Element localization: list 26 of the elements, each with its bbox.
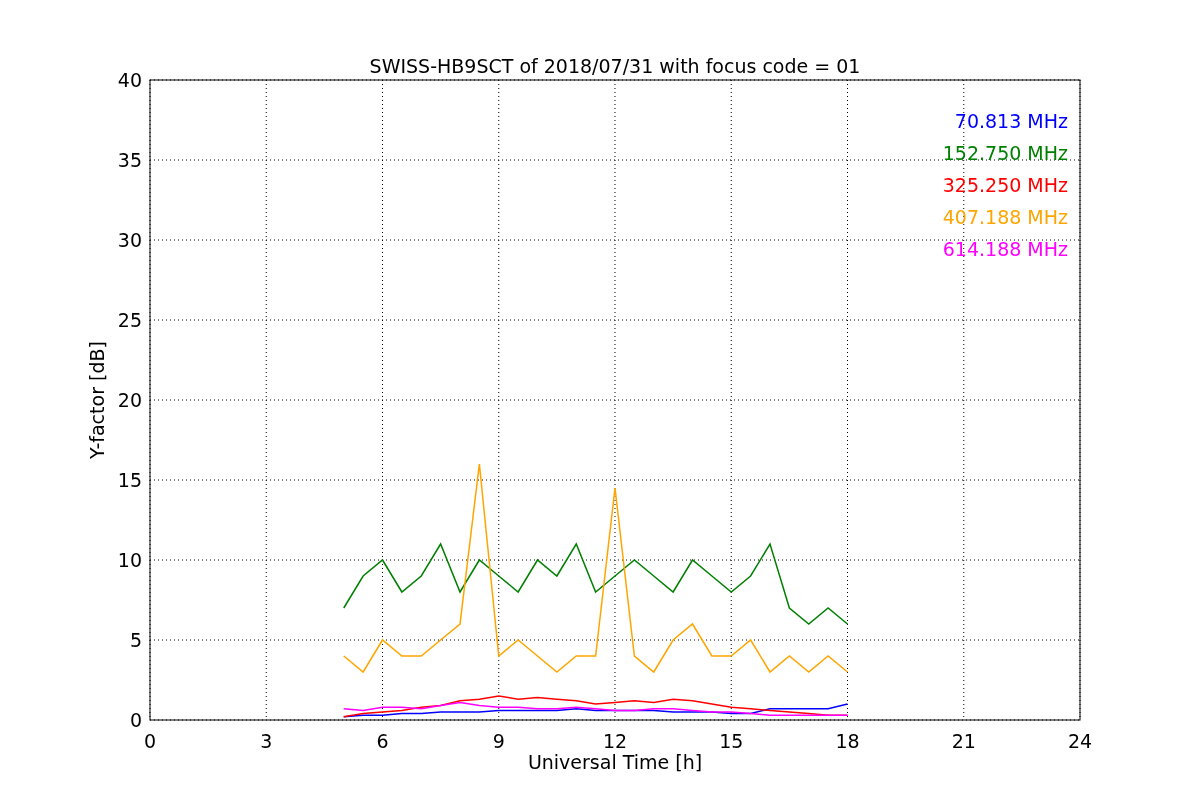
tick-label: 18 xyxy=(835,730,860,752)
chart-title: SWISS-HB9SCT of 2018/07/31 with focus code = 01 xyxy=(369,55,861,77)
tick-label: 0 xyxy=(143,730,157,752)
tick-label: 0 xyxy=(129,709,142,731)
tick-label: 6 xyxy=(376,730,389,752)
legend-label: 325.250 MHz xyxy=(942,174,1068,196)
tick-label: 10 xyxy=(117,549,142,571)
tick-label: 21 xyxy=(951,730,976,752)
axis-label: Y-factor [dB] xyxy=(86,341,108,459)
legend-label: 614.188 MHz xyxy=(942,238,1068,260)
tick-label: 20 xyxy=(117,389,142,411)
tick-label: 24 xyxy=(1067,730,1093,752)
tick-label: 9 xyxy=(492,730,505,752)
tick-label: 5 xyxy=(129,629,142,651)
axis-label: Universal Time [h] xyxy=(527,751,703,773)
tick-label: 12 xyxy=(602,730,628,752)
legend-label: 407.188 MHz xyxy=(942,206,1068,228)
tick-label: 35 xyxy=(117,149,142,171)
tick-label: 30 xyxy=(117,229,142,251)
tick-label: 3 xyxy=(260,730,273,752)
tick-label: 25 xyxy=(117,309,142,331)
legend-label: 152.750 MHz xyxy=(942,142,1068,164)
legend-label: 70.813 MHz xyxy=(954,110,1068,132)
tick-label: 40 xyxy=(117,69,142,91)
tick-label: 15 xyxy=(719,730,744,752)
tick-label: 15 xyxy=(117,469,142,491)
